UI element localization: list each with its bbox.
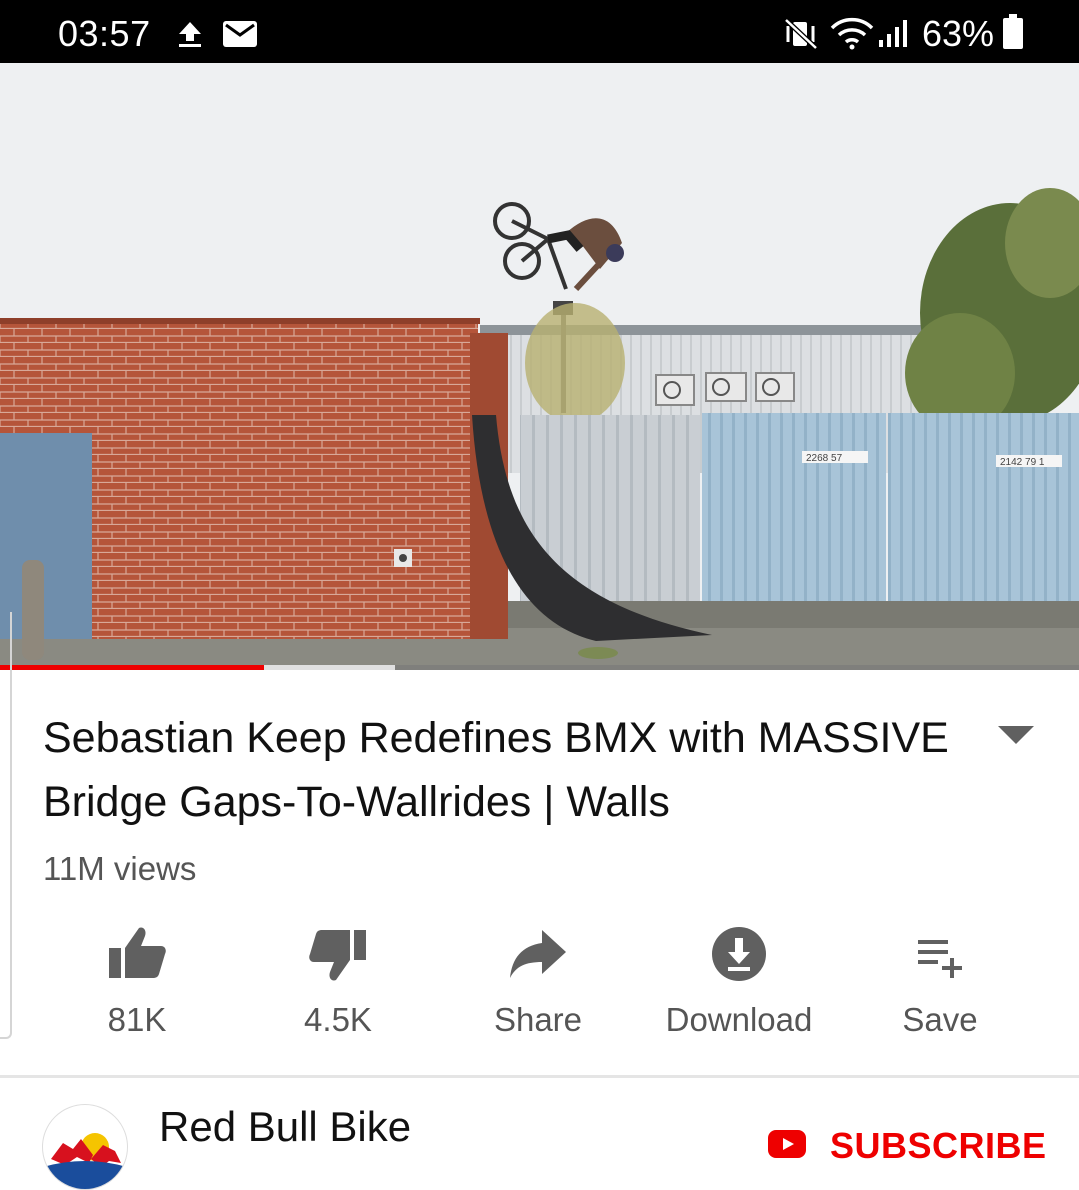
- dislike-button[interactable]: 4.5K: [238, 918, 438, 1048]
- youtube-icon: [768, 1130, 806, 1158]
- like-button[interactable]: 81K: [37, 918, 237, 1048]
- battery-percent: 63%: [922, 13, 995, 54]
- share-icon: [510, 930, 566, 978]
- share-button[interactable]: Share: [438, 918, 638, 1048]
- mail-icon: [223, 21, 257, 47]
- wifi-icon: [830, 17, 874, 50]
- divider: [0, 1075, 1079, 1078]
- red-bull-logo-icon: [43, 1133, 127, 1189]
- like-count: 81K: [107, 1001, 167, 1038]
- save-button[interactable]: Save: [840, 918, 1040, 1048]
- status-bar: 03:57 63%: [0, 0, 1079, 63]
- share-label: Share: [493, 1001, 583, 1038]
- thumbs-down-icon: [309, 930, 366, 981]
- save-label: Save: [902, 1001, 978, 1038]
- dislike-count: 4.5K: [304, 1001, 372, 1038]
- video-frame: 2268 57 2142 79 1: [0, 63, 1079, 670]
- download-label: Download: [665, 1001, 813, 1038]
- view-count: 11M views: [43, 850, 197, 887]
- download-button[interactable]: Download: [639, 918, 839, 1048]
- progress-bar[interactable]: [0, 665, 1079, 670]
- battery-icon: [1003, 14, 1023, 49]
- progress-played: [0, 665, 265, 670]
- subscribe-label: SUBSCRIBE: [830, 1125, 1047, 1166]
- action-row: 81K 4.5K Share Download Save: [0, 918, 1079, 1058]
- video-player[interactable]: 2268 57 2142 79 1: [0, 63, 1079, 670]
- channel-name[interactable]: Red Bull Bike: [159, 1104, 411, 1150]
- download-icon: [712, 927, 766, 981]
- expand-description-icon[interactable]: [996, 722, 1036, 748]
- video-title: Sebastian Keep Redefines BMX with MASSIV…: [43, 714, 949, 826]
- signal-icon: [879, 20, 907, 47]
- status-time: 03:57: [58, 13, 151, 54]
- container-number-1: 2268 57: [806, 453, 843, 464]
- vibrate-mute-icon: [784, 18, 818, 50]
- upload-icon: [179, 22, 201, 47]
- thumbs-up-icon: [109, 927, 166, 978]
- container-number-2: 2142 79 1: [1000, 457, 1045, 468]
- channel-avatar[interactable]: [42, 1104, 128, 1190]
- save-playlist-icon: [918, 940, 962, 978]
